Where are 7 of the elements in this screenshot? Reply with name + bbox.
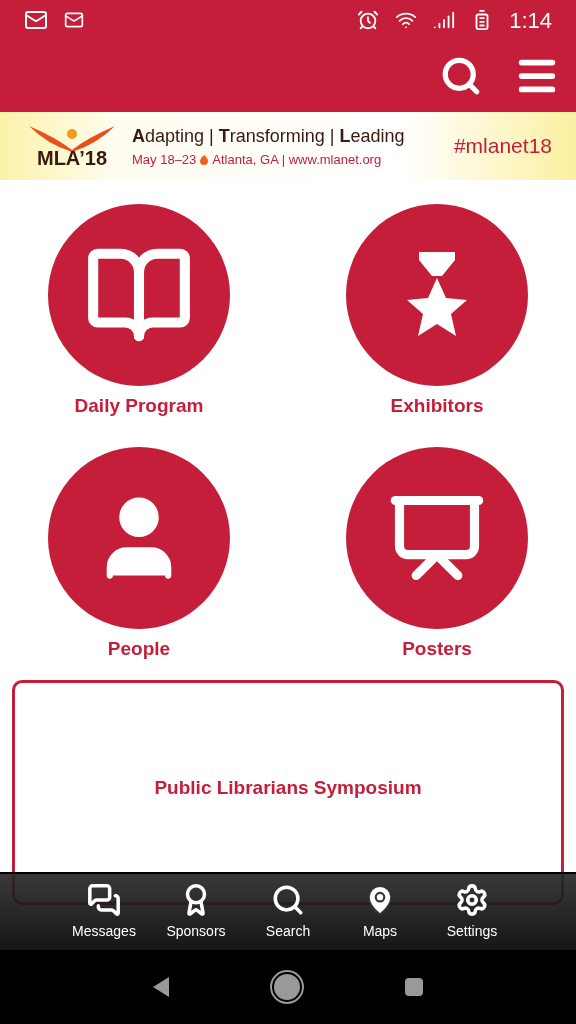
event-details: Atlanta, GA | www.mlanet.org (212, 150, 382, 169)
logo-text: MLA’18 (37, 148, 107, 168)
hashtag: #mlanet18 (453, 133, 552, 160)
clock-time: 1:14 (509, 6, 552, 35)
card-title: Public Librarians Symposium (154, 776, 422, 801)
tagline: Adapting | Transforming | Leading (132, 124, 405, 148)
event-dates: May 18–23 (132, 150, 197, 169)
